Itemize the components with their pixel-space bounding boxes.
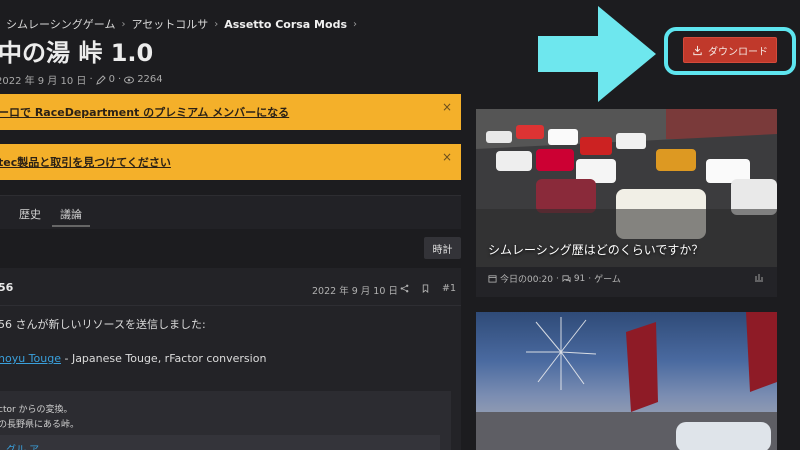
notice-products: tec製品と取引を見つけてください ×: [0, 144, 461, 180]
notice-link[interactable]: ーロで RaceDepartment のプレミアム メンバーになる: [0, 104, 289, 120]
meta-separator: ·: [588, 273, 592, 284]
notice-link[interactable]: tec製品と取引を見つけてください: [0, 154, 171, 170]
breadcrumb: › シムレーシングゲーム › アセットコルサ › Assetto Corsa M…: [0, 16, 357, 32]
meta-separator: ·: [118, 74, 122, 85]
card-title[interactable]: シムレーシング歴はどのくらいですか？: [488, 241, 703, 258]
post-author[interactable]: 56: [0, 281, 13, 294]
resource-date: 2022 年 9 月 10 日: [0, 76, 87, 87]
page-title: 中の湯 峠 1.0: [0, 39, 154, 67]
fireworks-image: [476, 312, 777, 450]
breadcrumb-item-sim-racing[interactable]: シムレーシングゲーム: [6, 16, 115, 32]
card-category[interactable]: ゲーム: [594, 272, 621, 285]
breadcrumb-separator: ›: [214, 18, 219, 30]
close-icon[interactable]: ×: [442, 150, 452, 164]
tab-discussion[interactable]: 議論: [60, 206, 82, 222]
meta-separator: ·: [89, 74, 93, 85]
quote-link[interactable]: グル ア ...: [6, 441, 52, 450]
pencil-icon: [95, 74, 106, 85]
post-number[interactable]: #1: [442, 283, 456, 294]
breadcrumb-item-assetto-corsa[interactable]: アセットコルサ: [131, 16, 208, 32]
quote-inner-block: [0, 435, 440, 450]
card-time: 今日の00:20: [500, 275, 553, 285]
resource-meta: 2022 年 9 月 10 日 · 0 · 2264: [0, 72, 163, 87]
comments-icon: [562, 275, 571, 283]
post-body-line: noyu Touge - Japanese Touge, rFactor con…: [0, 352, 266, 365]
resource-link[interactable]: noyu Touge: [0, 352, 61, 365]
bookmark-icon[interactable]: [421, 284, 430, 293]
notice-premium: ーロで RaceDepartment のプレミアム メンバーになる ×: [0, 94, 461, 130]
breadcrumb-separator: ›: [121, 18, 126, 30]
post-actions: #1: [400, 283, 456, 294]
share-icon[interactable]: [400, 284, 409, 293]
post-date[interactable]: 2022 年 9 月 10 日: [312, 283, 398, 297]
calendar-icon: [488, 275, 497, 283]
download-button[interactable]: ダウンロード: [683, 37, 777, 63]
card-replies: 91: [573, 273, 586, 284]
post-body-line: 56 さんが新しいリソースを送信しました:: [0, 318, 206, 331]
close-icon[interactable]: ×: [442, 100, 452, 114]
active-tab-indicator: [52, 225, 90, 227]
time-button[interactable]: 時計: [424, 237, 461, 259]
quote-line: の長野県にある峠。: [0, 420, 80, 430]
arrow-right-icon: [538, 6, 656, 102]
download-icon: [693, 45, 702, 55]
comment-count: 0: [108, 74, 115, 85]
card-meta: 今日の00:20 · 91 · ゲーム: [488, 272, 621, 285]
resource-description: - Japanese Touge, rFactor conversion: [60, 352, 267, 365]
view-count: 2264: [137, 74, 163, 85]
bar-chart-icon[interactable]: [754, 272, 764, 282]
meta-separator: ·: [555, 273, 559, 284]
breadcrumb-separator: ›: [353, 18, 357, 30]
download-label: ダウンロード: [708, 46, 768, 58]
eye-icon: [124, 76, 135, 83]
thread-card[interactable]: [476, 312, 777, 450]
quote-line: ctor からの変換。: [0, 405, 73, 415]
breadcrumb-item-mods[interactable]: Assetto Corsa Mods: [224, 18, 347, 31]
tab-history[interactable]: 歴史: [19, 206, 41, 222]
